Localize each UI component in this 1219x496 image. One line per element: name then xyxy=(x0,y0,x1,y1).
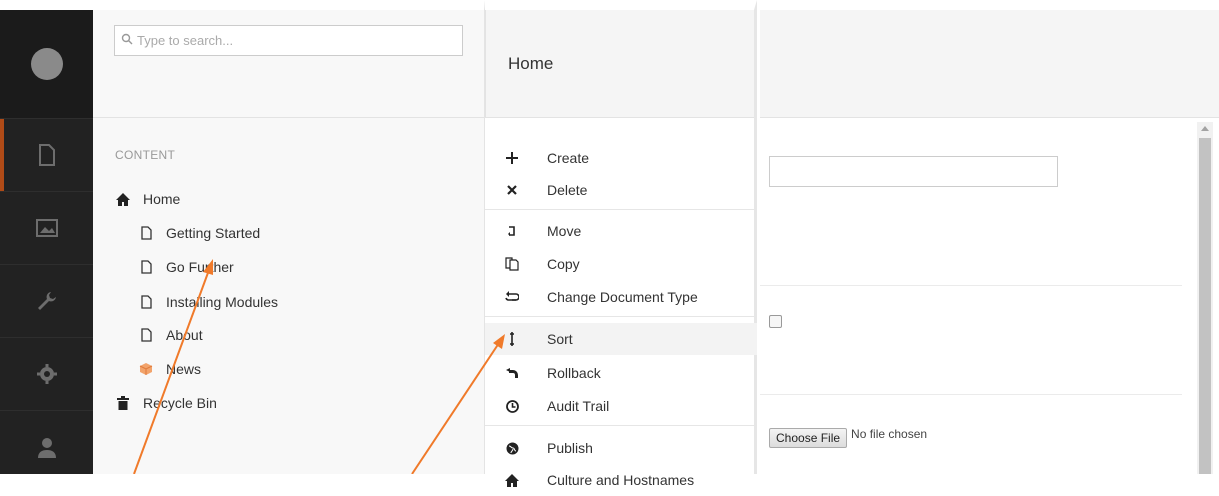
gear-icon xyxy=(36,363,58,385)
tree-header xyxy=(93,10,484,118)
copy-icon xyxy=(504,256,520,272)
section-media[interactable] xyxy=(0,191,93,264)
user-icon xyxy=(36,436,58,458)
search-input[interactable] xyxy=(133,32,439,49)
editor-header xyxy=(760,10,1219,118)
wrench-icon xyxy=(36,290,58,312)
home-icon xyxy=(504,472,520,488)
trash-icon xyxy=(115,395,131,411)
plus-icon xyxy=(504,150,520,166)
tree-item-recycle-bin[interactable]: Recycle Bin xyxy=(115,395,217,411)
menu-item-label: Delete xyxy=(547,182,588,198)
document-icon xyxy=(138,327,154,343)
section-content[interactable] xyxy=(0,118,93,191)
menu-item-delete[interactable]: Delete xyxy=(485,174,757,206)
checkbox[interactable] xyxy=(769,315,782,328)
image-icon xyxy=(35,219,58,237)
tree-item-about[interactable]: About xyxy=(138,327,203,343)
menu-item-publish[interactable]: Publish xyxy=(485,432,757,464)
tree-item-label: Getting Started xyxy=(166,225,261,241)
text-field[interactable] xyxy=(769,156,1058,187)
section-users[interactable] xyxy=(0,410,93,483)
menu-divider xyxy=(485,209,757,210)
editor-panel: Choose File No file chosen xyxy=(760,0,1219,474)
search-box[interactable] xyxy=(114,25,463,56)
document-icon xyxy=(138,294,154,310)
search-icon xyxy=(121,32,133,50)
x-icon xyxy=(504,182,520,198)
menu-item-change-document-type[interactable]: Change Document Type xyxy=(485,281,757,313)
sort-icon xyxy=(504,331,520,347)
avatar[interactable] xyxy=(30,48,63,80)
menu-divider xyxy=(485,316,757,317)
actions-menu: Home Create Delete Move Copy Change Docu… xyxy=(485,0,757,488)
tree-item-label: Installing Modules xyxy=(166,294,279,310)
menu-item-audit-trail[interactable]: Audit Trail xyxy=(485,390,757,422)
scroll-thumb[interactable] xyxy=(1199,138,1211,474)
menu-item-rollback[interactable]: Rollback xyxy=(485,357,757,389)
tree-item-label: About xyxy=(166,327,203,343)
section-developer[interactable] xyxy=(0,337,93,410)
swap-icon xyxy=(504,289,520,305)
tree-item-label: News xyxy=(166,361,202,377)
menu-item-sort[interactable]: Sort xyxy=(485,323,757,355)
file-upload: Choose File No file chosen xyxy=(769,427,928,448)
tree-item-label: Go Further xyxy=(166,259,234,275)
user-area xyxy=(0,10,93,118)
section-rail xyxy=(0,0,93,474)
tree-item-go-further[interactable]: Go Further xyxy=(138,259,234,275)
menu-divider xyxy=(485,425,757,426)
menu-item-label: Sort xyxy=(547,331,573,347)
tree-item-getting-started[interactable]: Getting Started xyxy=(138,225,260,241)
menu-item-create[interactable]: Create xyxy=(485,142,757,174)
menu-title: Home xyxy=(485,10,754,118)
move-icon xyxy=(504,223,520,239)
field-divider xyxy=(760,394,1182,395)
document-icon xyxy=(138,225,154,241)
choose-file-button[interactable]: Choose File xyxy=(769,428,848,448)
home-icon xyxy=(115,191,131,207)
undo-icon xyxy=(504,365,520,381)
tree-item-installing-modules[interactable]: Installing Modules xyxy=(138,294,278,310)
section-settings-tools[interactable] xyxy=(0,264,93,337)
tree-section-label: CONTENT xyxy=(115,148,176,162)
tree-item-news[interactable]: News xyxy=(138,361,201,377)
scrollbar[interactable] xyxy=(1197,122,1213,474)
tree-item-label: Home xyxy=(143,191,181,207)
menu-item-label: Change Document Type xyxy=(547,289,698,305)
scroll-up-icon[interactable] xyxy=(1201,126,1209,131)
field-divider xyxy=(760,285,1182,286)
tree-item-label: Recycle Bin xyxy=(143,395,217,411)
menu-item-label: Rollback xyxy=(547,365,601,381)
menu-item-label: Publish xyxy=(547,440,593,456)
document-icon xyxy=(138,259,154,275)
document-icon xyxy=(38,144,56,166)
menu-item-label: Move xyxy=(547,223,582,239)
box-icon xyxy=(138,361,154,377)
globe-icon xyxy=(504,440,520,456)
menu-item-label: Copy xyxy=(547,256,580,272)
clock-icon xyxy=(504,398,520,414)
tree-item-home[interactable]: Home xyxy=(115,191,180,207)
menu-item-move[interactable]: Move xyxy=(485,215,757,247)
menu-item-culture-and-hostnames[interactable]: Culture and Hostnames xyxy=(485,464,757,496)
menu-item-label: Audit Trail xyxy=(547,398,610,414)
menu-item-label: Create xyxy=(547,150,590,166)
menu-item-label: Culture and Hostnames xyxy=(547,472,695,488)
menu-item-copy[interactable]: Copy xyxy=(485,248,757,280)
content-tree-panel: CONTENT Home Getting Started Go Further … xyxy=(93,0,485,474)
file-status: No file chosen xyxy=(851,427,928,441)
